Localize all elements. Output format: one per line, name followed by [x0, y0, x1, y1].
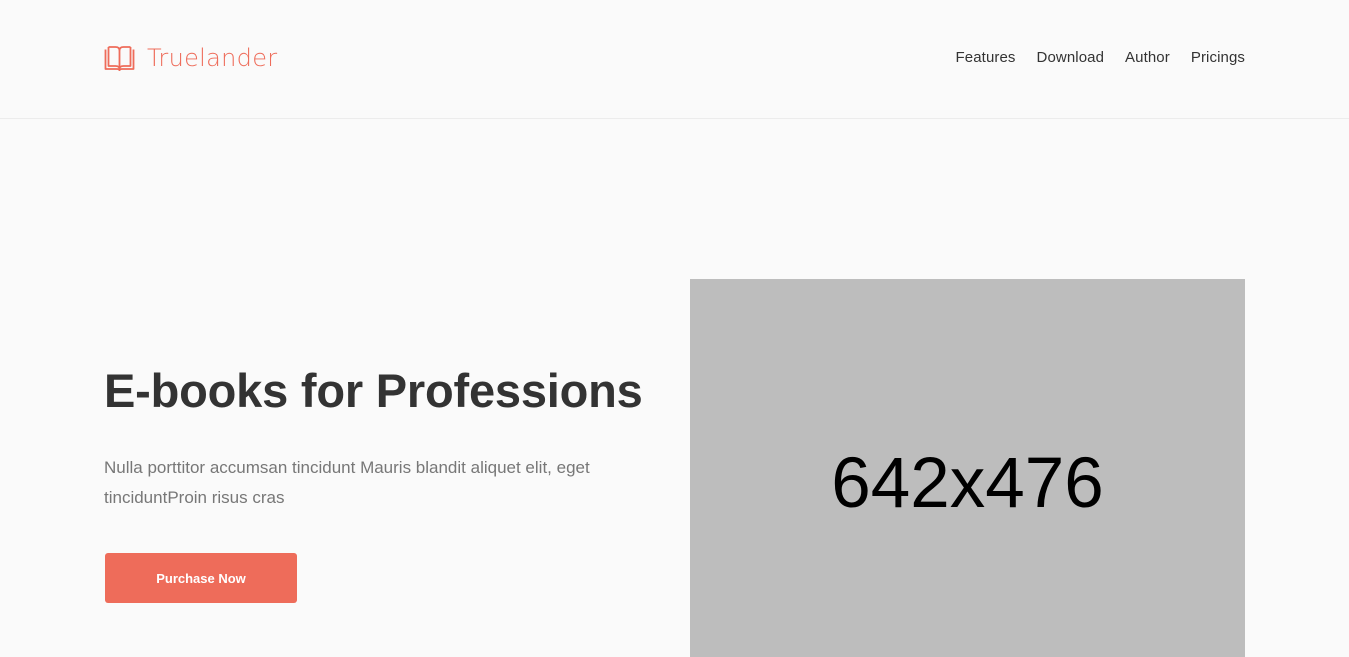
main-nav: Features Download Author Pricings — [956, 48, 1245, 68]
nav-item-features[interactable]: Features — [956, 48, 1016, 68]
brand-name: Truelander — [147, 44, 278, 72]
purchase-now-button[interactable]: Purchase Now — [105, 553, 297, 603]
nav-item-download[interactable]: Download — [1037, 48, 1105, 68]
nav-item-pricings[interactable]: Pricings — [1191, 48, 1245, 68]
hero-image-placeholder: 642x476 — [690, 279, 1245, 657]
site-header: Truelander Features Download Author Pric… — [0, 0, 1349, 119]
logo-link[interactable]: Truelander — [104, 43, 277, 73]
placeholder-size-label: 642x476 — [831, 443, 1104, 523]
hero-description: Nulla porttitor accumsan tincidunt Mauri… — [104, 458, 590, 507]
open-book-icon — [104, 46, 135, 71]
nav-item-author[interactable]: Author — [1125, 48, 1170, 68]
hero-title: E-books for Professions — [104, 364, 643, 417]
